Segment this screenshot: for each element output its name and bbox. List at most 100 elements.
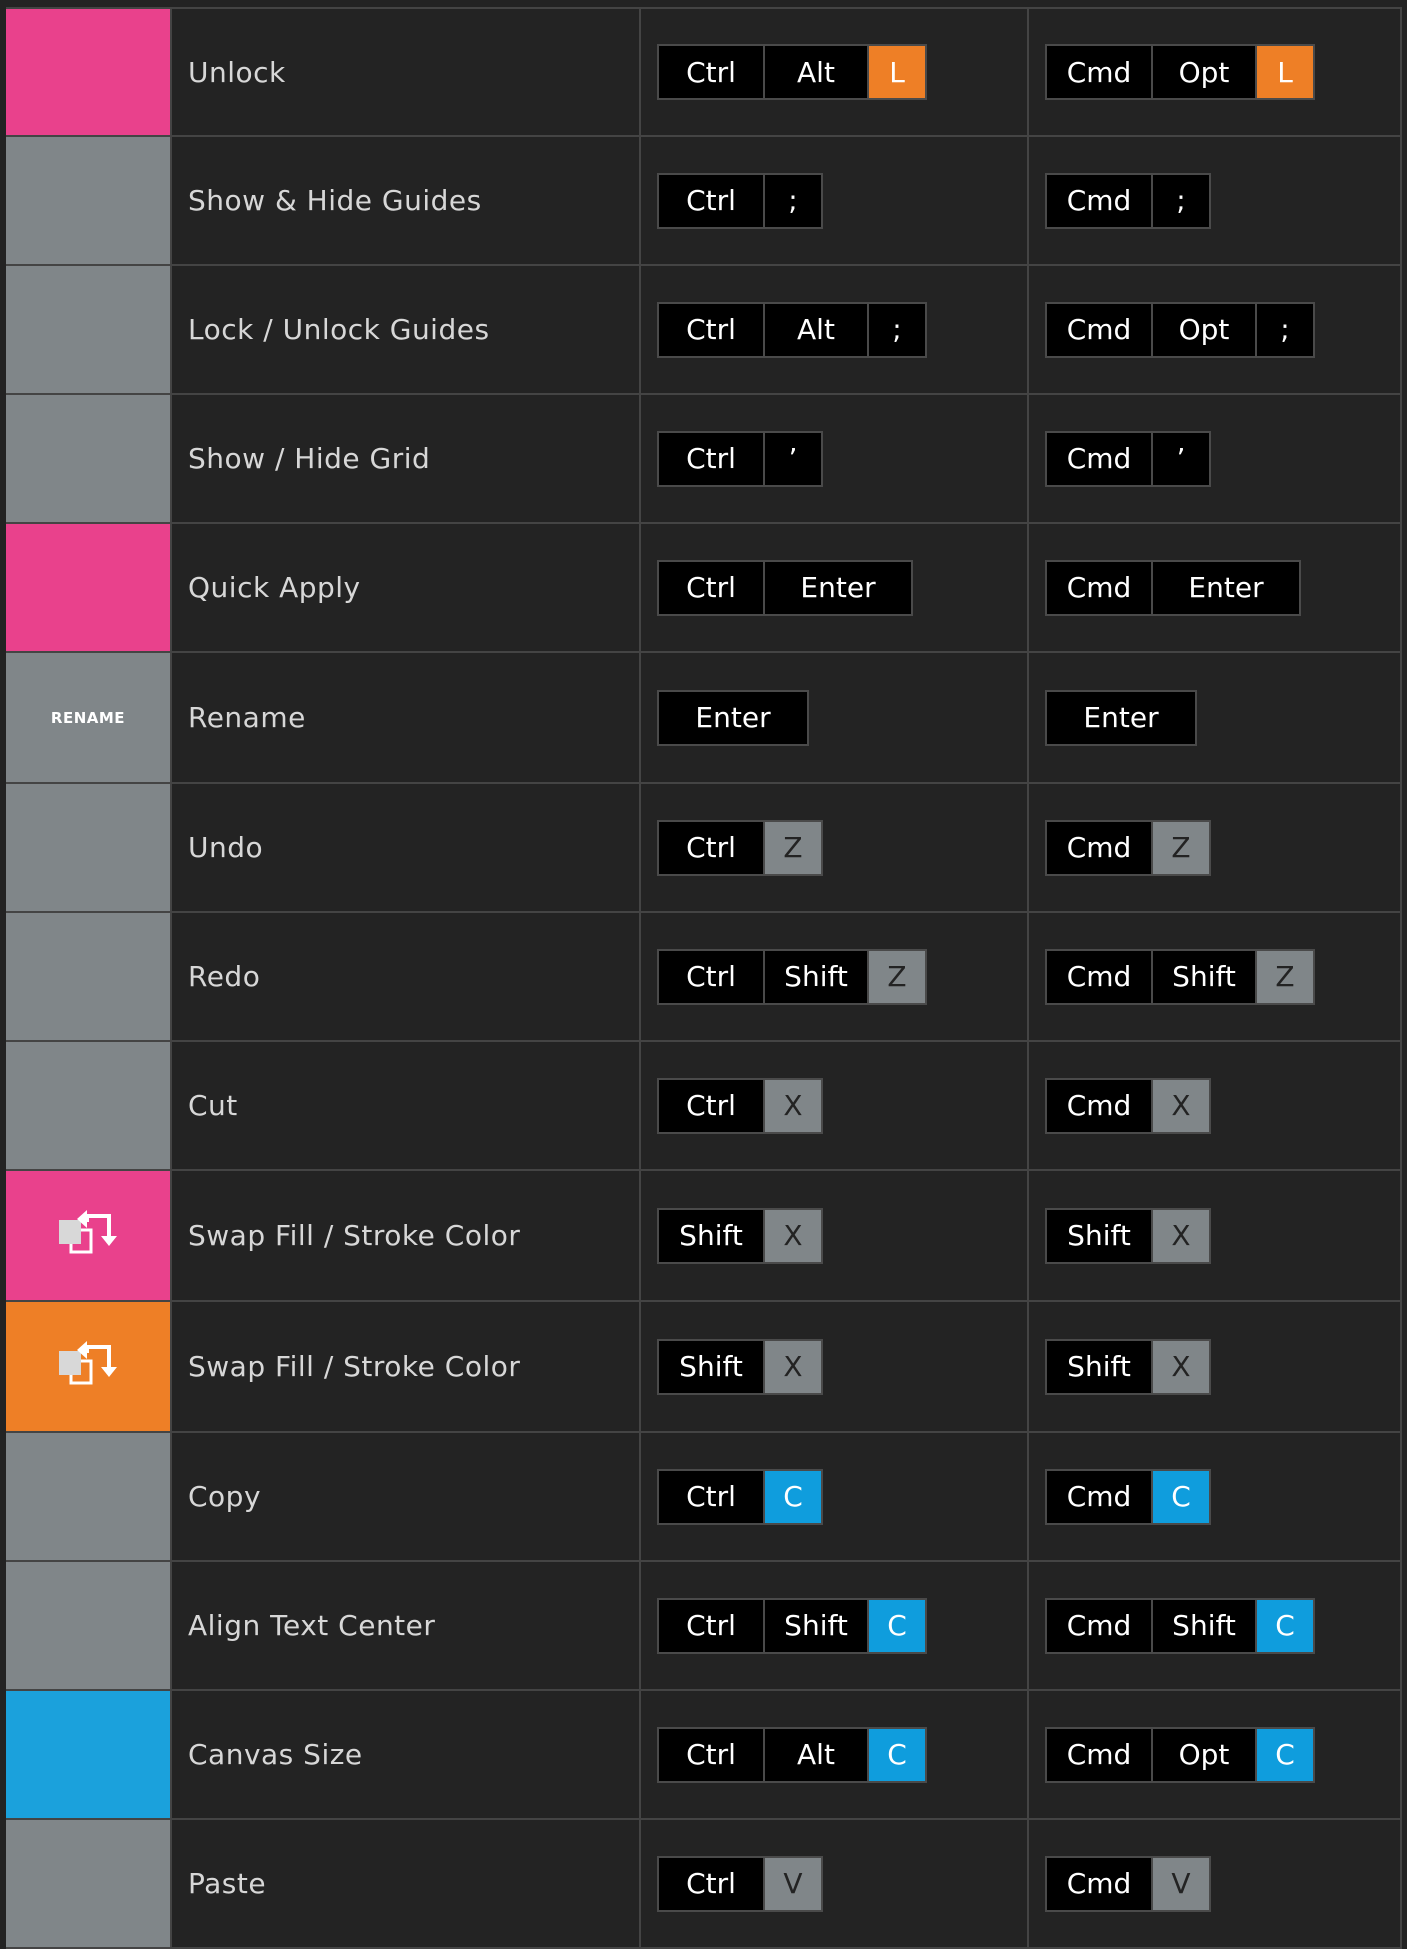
key: Z [867, 950, 925, 1003]
windows-shortcut-cell: Ctrl; [641, 137, 1029, 264]
win-shortcut-keys: Ctrl Alt C [657, 1726, 927, 1783]
key: Cmd [1047, 46, 1151, 98]
key: Ctrl [659, 1857, 763, 1910]
table-row: Redo Ctrl Shift Z Cmd Shift Z [6, 913, 1402, 1042]
mac-shortcut-cell: Cmd Opt; [1029, 266, 1402, 393]
table-row: Swap Fill / Stroke Color Shift X Shift X [6, 1171, 1402, 1302]
key: Alt [763, 1728, 867, 1781]
windows-shortcut-cell: Enter [641, 653, 1029, 782]
table-row: Canvas Size Ctrl Alt C Cmd Opt C [6, 1691, 1402, 1820]
key: ; [867, 303, 925, 356]
mac-shortcut-keys: Cmd; [1045, 172, 1211, 229]
key: Ctrl [659, 561, 763, 614]
command-name: Swap Fill / Stroke Color [172, 1302, 641, 1431]
key: ’ [1151, 432, 1209, 485]
key: X [763, 1340, 821, 1393]
key: Ctrl [659, 1728, 763, 1781]
key: Cmd [1047, 1470, 1151, 1523]
tool-icon-tile [6, 395, 172, 522]
key: ; [1255, 303, 1313, 356]
key: Shift [763, 1599, 867, 1652]
key: Opt [1151, 46, 1255, 98]
table-row: Show & Hide Guides Ctrl; Cmd; [6, 137, 1402, 266]
table-row: Cut Ctrl X Cmd X [6, 1042, 1402, 1171]
tool-icon-tile [6, 524, 172, 651]
key: Cmd [1047, 561, 1151, 614]
key: Cmd [1047, 174, 1151, 227]
windows-shortcut-cell: Ctrl C [641, 1433, 1029, 1560]
key: Shift [1151, 1599, 1255, 1652]
mac-shortcut-keys: Cmd Opt C [1045, 1726, 1315, 1783]
win-shortcut-keys: Ctrl Shift C [657, 1597, 927, 1654]
mac-shortcut-cell: Cmd Shift C [1029, 1562, 1402, 1689]
key: Cmd [1047, 432, 1151, 485]
command-name: Lock / Unlock Guides [172, 266, 641, 393]
key: Shift [659, 1340, 763, 1393]
mac-shortcut-keys: Cmd V [1045, 1855, 1211, 1912]
key: Cmd [1047, 1599, 1151, 1652]
mac-shortcut-cell: Cmd; [1029, 137, 1402, 264]
key: Cmd [1047, 950, 1151, 1003]
win-shortcut-keys: Ctrl Alt L [657, 44, 927, 100]
windows-shortcut-cell: Shift X [641, 1171, 1029, 1300]
table-row: Quick Apply Ctrl Enter Cmd Enter [6, 524, 1402, 653]
key: Enter [763, 561, 911, 614]
tool-icon-tile [6, 1691, 172, 1818]
mac-shortcut-keys: Cmd X [1045, 1077, 1211, 1134]
win-shortcut-keys: Ctrl Enter [657, 559, 913, 616]
key: Ctrl [659, 432, 763, 485]
win-shortcut-keys: Ctrl Shift Z [657, 948, 927, 1005]
windows-shortcut-cell: Ctrl Enter [641, 524, 1029, 651]
table-row: Swap Fill / Stroke Color Shift X Shift X [6, 1302, 1402, 1433]
command-name: Copy [172, 1433, 641, 1560]
key: X [1151, 1079, 1209, 1132]
tool-icon-tile [6, 913, 172, 1040]
tool-icon-tile [6, 1171, 172, 1300]
tool-icon-tile [6, 1820, 172, 1947]
key: Ctrl [659, 303, 763, 356]
windows-shortcut-cell: Shift X [641, 1302, 1029, 1431]
table-row: Unlock Ctrl Alt L Cmd Opt L [6, 9, 1402, 137]
table-row: Undo Ctrl Z Cmd Z [6, 784, 1402, 913]
tool-icon-tile [6, 266, 172, 393]
win-shortcut-keys: Ctrl C [657, 1468, 823, 1525]
key: Alt [763, 46, 867, 98]
mac-shortcut-keys: Cmd Enter [1045, 559, 1301, 616]
mac-shortcut-cell: Cmd’ [1029, 395, 1402, 522]
key: ’ [763, 432, 821, 485]
key: Enter [1151, 561, 1299, 614]
mac-shortcut-cell: Cmd Z [1029, 784, 1402, 911]
key: Shift [763, 950, 867, 1003]
key: Ctrl [659, 46, 763, 98]
mac-shortcut-cell: Cmd Shift Z [1029, 913, 1402, 1040]
mac-shortcut-keys: Cmd C [1045, 1468, 1211, 1525]
windows-shortcut-cell: Ctrl Alt; [641, 266, 1029, 393]
key: Shift [659, 1209, 763, 1262]
win-shortcut-keys: Ctrl V [657, 1855, 823, 1912]
key: ; [763, 174, 821, 227]
key: Ctrl [659, 1079, 763, 1132]
win-shortcut-keys: Ctrl; [657, 172, 823, 229]
key: Enter [1047, 691, 1195, 744]
rename-icon: RENAME [50, 708, 126, 727]
shortcut-table: Unlock Ctrl Alt L Cmd Opt L Show & Hide Guides C… [6, 7, 1402, 1949]
key: Z [763, 821, 821, 874]
windows-shortcut-cell: Ctrl Alt L [641, 9, 1029, 135]
tool-icon-tile: RENAME [6, 653, 172, 782]
win-shortcut-keys: Enter [657, 689, 809, 746]
win-shortcut-keys: Shift X [657, 1207, 823, 1264]
tool-icon-tile [6, 1433, 172, 1560]
mac-shortcut-keys: Cmd Z [1045, 819, 1211, 876]
key: Ctrl [659, 174, 763, 227]
key: Cmd [1047, 1079, 1151, 1132]
key: Cmd [1047, 1728, 1151, 1781]
mac-shortcut-cell: Cmd C [1029, 1433, 1402, 1560]
key: Shift [1047, 1209, 1151, 1262]
command-name: Cut [172, 1042, 641, 1169]
windows-shortcut-cell: Ctrl V [641, 1820, 1029, 1947]
tool-icon-tile [6, 137, 172, 264]
win-shortcut-keys: Shift X [657, 1338, 823, 1395]
key: C [867, 1728, 925, 1781]
tool-icon-tile [6, 1042, 172, 1169]
key: X [1151, 1209, 1209, 1262]
